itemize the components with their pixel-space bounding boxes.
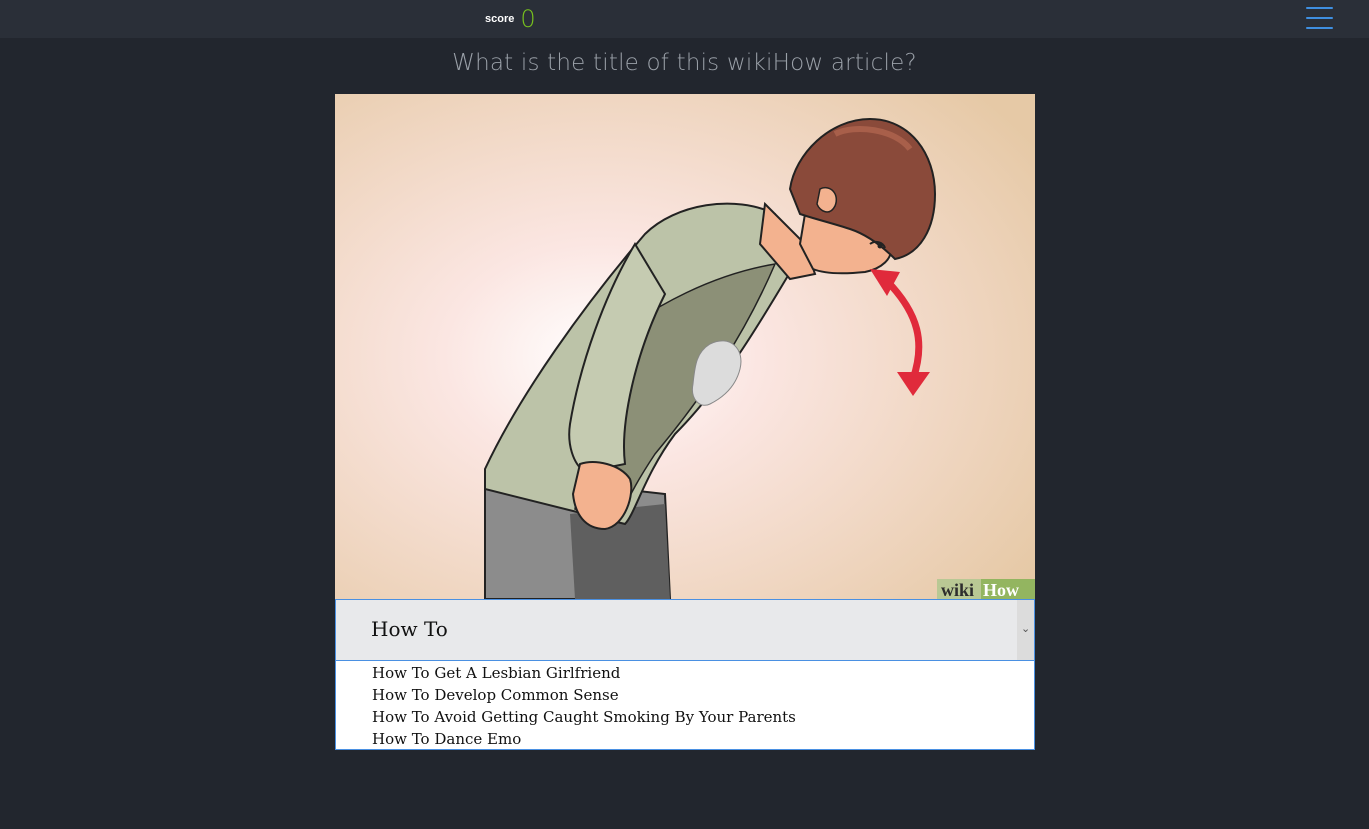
select-current-value: How To — [371, 617, 448, 641]
answer-select[interactable]: How To ⌄ — [335, 599, 1035, 661]
watermark-wiki: wiki — [941, 580, 974, 599]
select-option[interactable]: How To Avoid Getting Caught Smoking By Y… — [372, 706, 796, 728]
select-option[interactable]: How To Develop Common Sense — [372, 684, 619, 706]
chevron-down-icon: ⌄ — [1021, 622, 1031, 635]
watermark-how: How — [983, 580, 1019, 599]
article-illustration: wiki How — [335, 94, 1035, 599]
score-label: score — [485, 13, 515, 25]
hamburger-menu-icon[interactable] — [1306, 5, 1334, 31]
select-arrow-button[interactable]: ⌄ — [1017, 600, 1034, 660]
select-option[interactable]: How To Dance Emo — [372, 728, 521, 750]
select-option[interactable]: How To Get A Lesbian Girlfriend — [372, 662, 620, 684]
question-heading: What is the title of this wikiHow articl… — [452, 50, 917, 76]
score-value: 0 — [520, 5, 536, 33]
top-bar: score 0 — [0, 0, 1369, 38]
score-display: score 0 — [485, 4, 536, 34]
select-options-list: How To Get A Lesbian Girlfriend How To D… — [335, 661, 1035, 750]
